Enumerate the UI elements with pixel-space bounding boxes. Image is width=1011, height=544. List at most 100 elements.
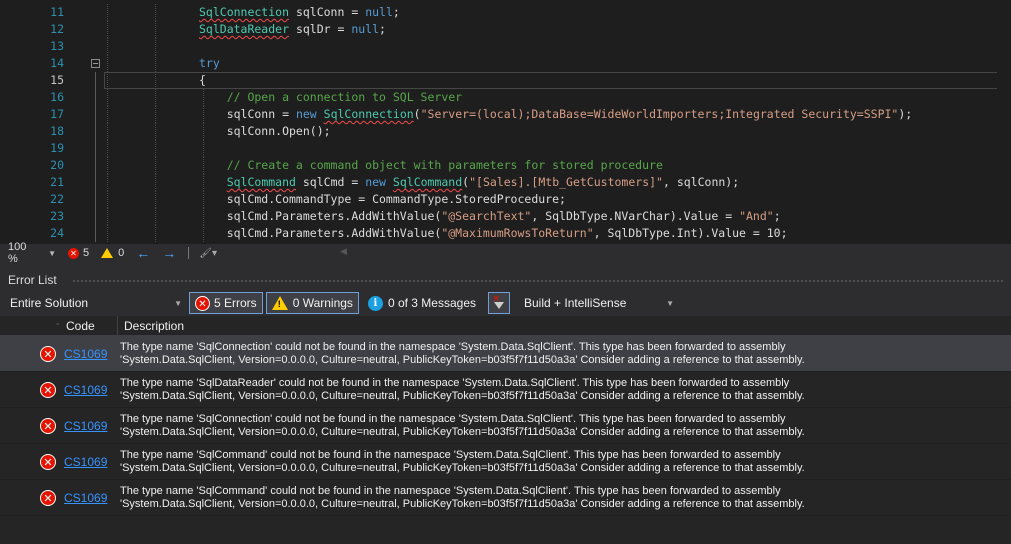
description-line: The type name 'SqlDataReader' could not … [120, 376, 790, 389]
code-text[interactable]: { [199, 72, 206, 89]
code-text[interactable]: SqlDataReader sqlDr = null; [199, 21, 386, 38]
error-row[interactable]: ✕ CS1069 The type name 'SqlConnection' cou… [0, 408, 1011, 444]
code-token: try [199, 56, 220, 70]
code-text[interactable]: SqlCommand sqlCmd = new SqlCommand("[Sal… [199, 174, 739, 191]
code-line[interactable]: 21 SqlCommand sqlCmd = new SqlCommand("[… [0, 174, 1011, 191]
error-icon: ✕ [40, 417, 56, 434]
error-description: The type name 'SqlConnection' could not … [120, 341, 1000, 367]
indent-guide [155, 38, 156, 55]
error-list-header: ⁼ Code Description [0, 315, 1011, 336]
errors-filter-button[interactable]: ✕ 5 Errors [189, 292, 263, 314]
zoom-dropdown[interactable]: 100 % ▼ [0, 241, 62, 265]
error-token: SqlCommand [392, 175, 463, 189]
code-token: // Open a connection to SQL Server [199, 90, 463, 104]
drag-grip[interactable] [72, 279, 1005, 283]
error-code-link[interactable]: CS1069 [64, 455, 120, 469]
error-list-panel: Error List Entire Solution ▼ ✕ 5 Errors … [0, 262, 1011, 544]
code-line[interactable]: 19 [0, 140, 1011, 157]
code-line[interactable]: 17 sqlConn = new SqlConnection("Server=(… [0, 106, 1011, 123]
code-line[interactable]: 23 sqlCmd.Parameters.AddWithValue("@Sear… [0, 208, 1011, 225]
code-text[interactable]: sqlConn.Open(); [199, 123, 331, 140]
code-editor[interactable]: 11 SqlConnection sqlConn = null; 12 SqlData… [0, 0, 1011, 244]
code-token: new [365, 175, 386, 189]
indent-guide [107, 21, 108, 38]
indent-guide [107, 191, 108, 208]
code-token: sqlDr = [289, 22, 352, 36]
code-token: ); [898, 107, 913, 121]
editor-horizontal-scrollbar[interactable]: ◀ [340, 246, 1000, 258]
warning-count: 0 [118, 247, 125, 259]
code-text[interactable]: sqlCmd.CommandType = CommandType.StoredP… [199, 191, 566, 208]
line-number: 22 [50, 192, 64, 206]
navigate-forward-icon[interactable]: → [156, 245, 182, 261]
indent-guide [155, 55, 156, 72]
code-text[interactable]: sqlCmd.Parameters.AddWithValue("@Maximum… [199, 225, 788, 242]
line-number: 20 [50, 158, 64, 172]
code-text[interactable]: SqlConnection sqlConn = null; [199, 4, 400, 21]
line-number: 21 [50, 175, 64, 189]
indent-guide [155, 157, 156, 174]
code-token: sqlCmd.CommandType = CommandType.StoredP… [199, 192, 566, 206]
code-line[interactable]: 24 sqlCmd.Parameters.AddWithValue("@Maxi… [0, 225, 1011, 242]
code-token: ; [379, 22, 386, 36]
code-line[interactable]: 22 sqlCmd.CommandType = CommandType.Stor… [0, 191, 1011, 208]
column-header-code[interactable]: Code [64, 315, 118, 336]
code-line[interactable]: 12 SqlDataReader sqlDr = null; [0, 21, 1011, 38]
navigate-back-icon[interactable]: ← [130, 245, 156, 261]
indent-guide [155, 89, 156, 106]
warning-icon: ! [271, 296, 288, 310]
error-list-toolbar: Entire Solution ▼ ✕ 5 Errors ! 0 Warning… [0, 290, 1011, 316]
code-lines[interactable]: 11 SqlConnection sqlConn = null; 12 SqlData… [0, 4, 1011, 242]
code-text[interactable]: try [199, 55, 220, 72]
error-code-link[interactable]: CS1069 [64, 419, 120, 433]
build-intellisense-dropdown[interactable]: Build + IntelliSense ▼ [518, 293, 680, 313]
code-line[interactable]: 13 [0, 38, 1011, 55]
warnings-filter-button[interactable]: ! 0 Warnings [265, 292, 359, 314]
sort-icon[interactable]: ⁼ [0, 321, 64, 330]
description-line: 'System.Data.SqlClient, Version=0.0.0.0,… [120, 461, 805, 474]
error-row[interactable]: ✕ CS1069 The type name 'SqlCommand' could … [0, 444, 1011, 480]
error-row[interactable]: ✕ CS1069 The type name 'SqlConnection' cou… [0, 336, 1011, 372]
code-line[interactable]: 14 − try [0, 55, 1011, 72]
error-list-title-bar[interactable]: Error List [0, 270, 1011, 290]
line-number: 19 [50, 141, 64, 155]
code-text[interactable]: sqlCmd.Parameters.AddWithValue("@SearchT… [199, 208, 781, 225]
code-text[interactable]: // Open a connection to SQL Server [199, 89, 462, 106]
indent-guide [155, 174, 156, 191]
code-text[interactable]: // Create a command object with paramete… [199, 157, 663, 174]
outline-line [95, 72, 96, 89]
code-line[interactable]: 15 { [0, 72, 1011, 89]
editor-vertical-scrollbar[interactable] [997, 0, 1011, 244]
code-line[interactable]: 11 SqlConnection sqlConn = null; [0, 4, 1011, 21]
warning-count-indicator[interactable]: 0 [95, 244, 130, 262]
code-line[interactable]: 16 // Open a connection to SQL Server [0, 89, 1011, 106]
clear-filter-button[interactable]: ✕ [488, 292, 510, 314]
collapse-icon[interactable]: − [91, 59, 100, 68]
error-row[interactable]: ✕ CS1069 The type name 'SqlCommand' could … [0, 480, 1011, 516]
error-code-link[interactable]: CS1069 [64, 347, 120, 361]
error-row[interactable]: ✕ CS1069 The type name 'SqlDataReader' cou… [0, 372, 1011, 408]
error-code-link[interactable]: CS1069 [64, 491, 120, 505]
indent-guide [107, 38, 108, 55]
error-description: The type name 'SqlDataReader' could not … [120, 377, 1000, 403]
indent-guide [155, 225, 156, 242]
code-line[interactable]: 18 sqlConn.Open(); [0, 123, 1011, 140]
column-header-description[interactable]: Description [118, 316, 184, 336]
error-count-indicator[interactable]: ✕ 5 [62, 244, 95, 262]
messages-filter-button[interactable]: i 0 of 3 Messages [362, 292, 482, 314]
scope-dropdown[interactable]: Entire Solution ▼ [8, 293, 186, 313]
error-code-link[interactable]: CS1069 [64, 383, 120, 397]
scroll-left-icon[interactable]: ◀ [340, 246, 347, 257]
code-cleanup-icon[interactable]: 🖌▾ [195, 248, 221, 259]
outline-line [95, 208, 96, 225]
indent-guide [203, 140, 204, 157]
warnings-filter-label: 0 Warnings [292, 296, 353, 310]
code-token: null [351, 22, 380, 36]
description-line: The type name 'SqlConnection' could not … [120, 340, 786, 353]
code-token: ( [413, 107, 421, 121]
code-line[interactable]: 20 // Create a command object with param… [0, 157, 1011, 174]
error-token: SqlConnection [323, 107, 414, 121]
code-text[interactable]: sqlConn = new SqlConnection("Server=(loc… [199, 106, 913, 123]
chevron-down-icon: ▼ [666, 298, 674, 308]
